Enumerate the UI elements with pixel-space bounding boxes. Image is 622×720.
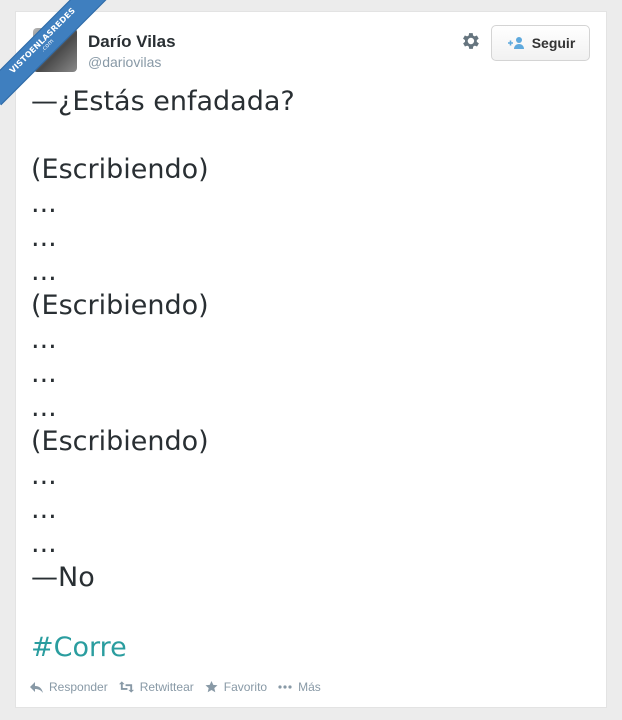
more-button[interactable]: Más (278, 680, 321, 694)
tweet-text: —¿Estás enfadada? (Escribiendo) ... ... … (31, 86, 295, 593)
retweet-label: Retwittear (139, 680, 194, 694)
more-label: Más (298, 680, 321, 694)
user-name[interactable]: Darío Vilas (88, 32, 176, 52)
follow-button[interactable]: Seguir (491, 25, 590, 61)
follow-label: Seguir (531, 35, 576, 51)
retweet-button[interactable]: Retwittear (118, 680, 194, 694)
tweet-actions: Responder Retwittear Favorito Más (30, 680, 332, 694)
hashtag-link[interactable]: #Corre (31, 631, 127, 665)
favorite-label: Favorito (223, 680, 268, 694)
favorite-button[interactable]: Favorito (205, 680, 267, 694)
retweet-icon (118, 681, 134, 693)
add-user-icon (507, 37, 524, 49)
gear-icon[interactable] (459, 30, 481, 52)
reply-icon (30, 682, 43, 693)
reply-button[interactable]: Responder (30, 680, 108, 694)
more-icon (278, 685, 292, 689)
reply-label: Responder (49, 680, 108, 694)
user-handle[interactable]: @dariovilas (88, 54, 161, 70)
star-icon (205, 681, 218, 693)
